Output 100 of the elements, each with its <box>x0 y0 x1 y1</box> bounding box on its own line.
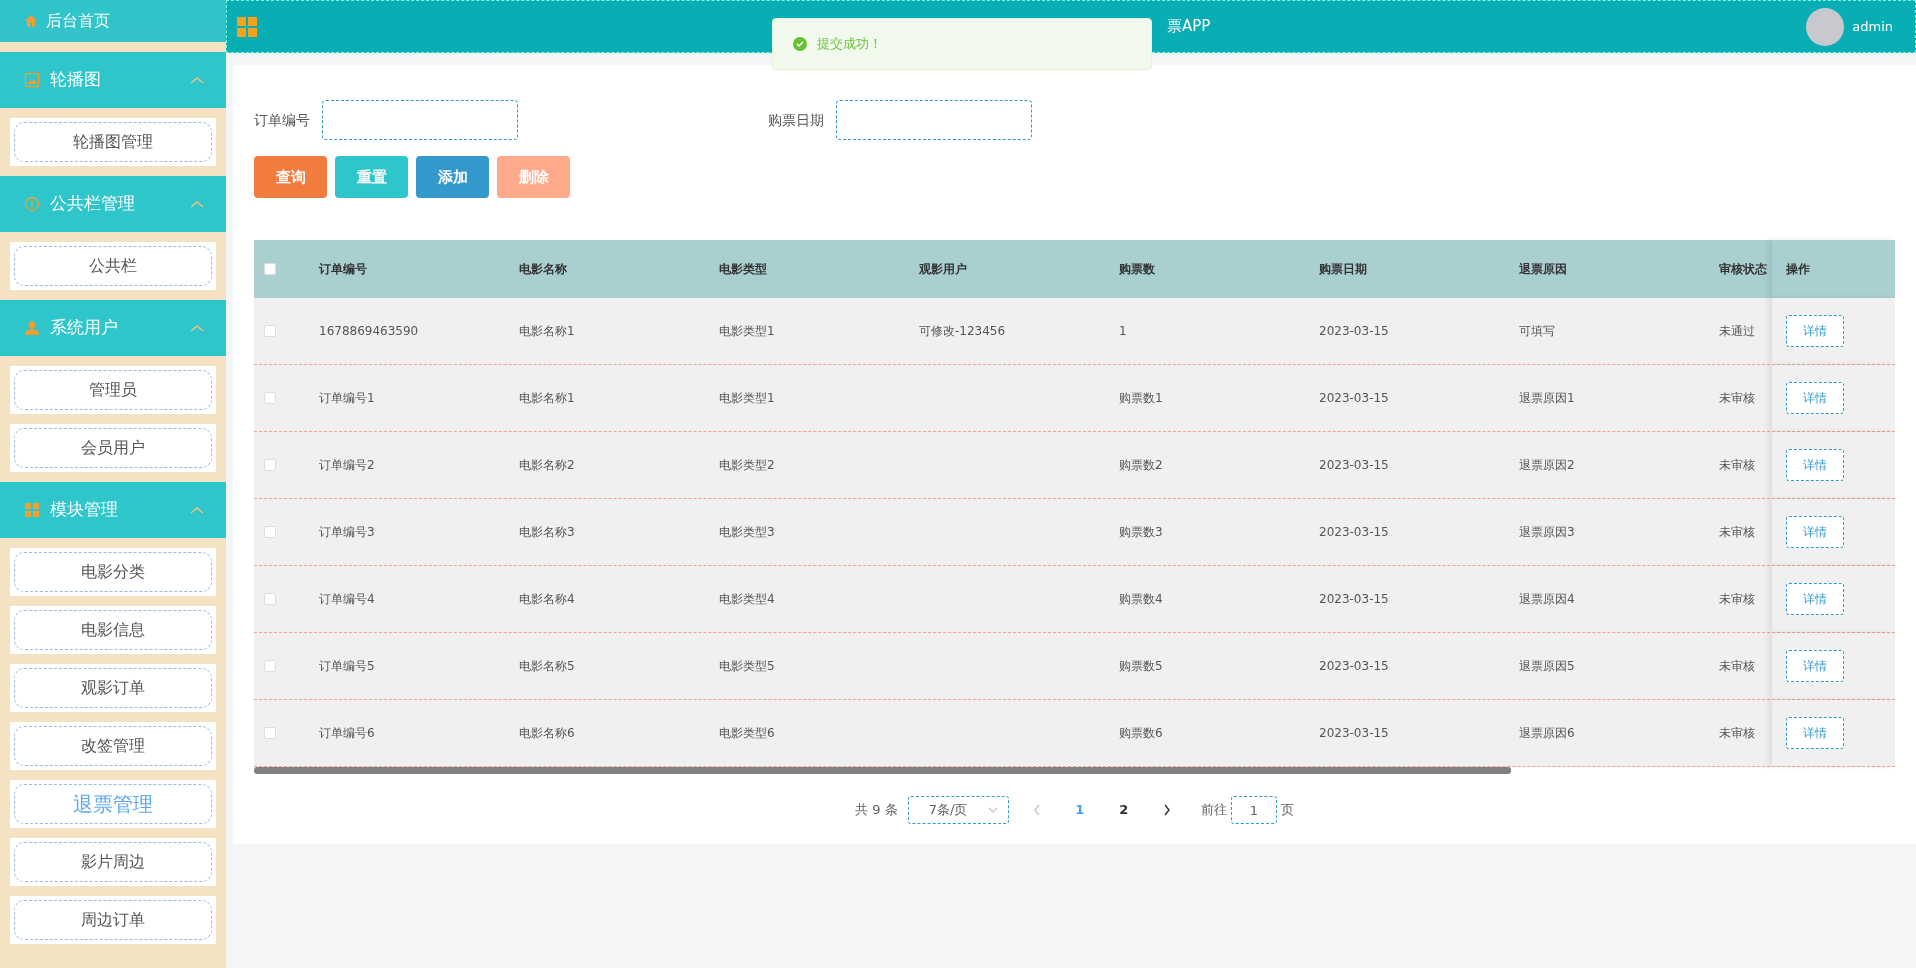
input-field[interactable] <box>322 100 518 140</box>
row-checkbox[interactable] <box>264 459 276 471</box>
details-button[interactable]: 详情 <box>1786 516 1844 548</box>
total-count: 共 9 条 <box>855 801 898 820</box>
row-checkbox[interactable] <box>264 392 276 404</box>
image-icon <box>24 72 40 88</box>
menu-item[interactable]: 观影订单 <box>14 668 212 708</box>
grid-icon <box>24 502 40 518</box>
table-cell: 1 <box>1119 324 1127 338</box>
table-cell: 电影类型1 <box>719 324 775 338</box>
field-label: 订单编号 <box>254 110 310 130</box>
previous-page-icon[interactable] <box>1032 804 1041 816</box>
table-cell: 电影名称1 <box>519 324 575 338</box>
table-cell: 订单编号1 <box>319 391 375 405</box>
table-cell: 未通过 <box>1719 324 1755 338</box>
page-button[interactable]: 1 <box>1062 799 1097 821</box>
field-label: 购票日期 <box>768 110 824 130</box>
table-cell: 未审核 <box>1719 525 1755 539</box>
row-checkbox[interactable] <box>264 660 276 672</box>
table-cell: 电影名称1 <box>519 391 575 405</box>
select-all-checkbox[interactable] <box>264 263 276 275</box>
table-cell: 退票原因2 <box>1519 458 1575 472</box>
column-header: 订单编号 <box>319 262 367 276</box>
home-menu-item[interactable]: 后台首页 <box>0 0 226 42</box>
chevron-down-icon <box>987 807 998 813</box>
details-button[interactable]: 详情 <box>1786 717 1844 749</box>
next-page-icon[interactable] <box>1162 804 1171 816</box>
menu-item[interactable]: 公共栏 <box>14 246 212 286</box>
table-cell: 电影名称4 <box>519 592 575 606</box>
menu-item[interactable]: 退票管理 <box>14 784 212 824</box>
input-field[interactable] <box>836 100 1032 140</box>
table-cell: 订单编号4 <box>319 592 375 606</box>
table-cell: 未审核 <box>1719 726 1755 740</box>
column-header: 购票日期 <box>1319 262 1367 276</box>
menu-item[interactable]: 管理员 <box>14 370 212 410</box>
menu-group-header[interactable]: 模块管理 <box>0 482 226 538</box>
avatar[interactable] <box>1806 7 1845 46</box>
table-cell: 退票原因3 <box>1519 525 1575 539</box>
toast-message: 提交成功！ <box>817 35 882 54</box>
table-cell: 未审核 <box>1719 391 1755 405</box>
row-checkbox[interactable] <box>264 526 276 538</box>
reset-button[interactable]: 重置 <box>335 156 408 198</box>
page-size-select[interactable]: 7条/页 <box>907 796 1009 824</box>
table-cell: 2023-03-15 <box>1319 726 1389 740</box>
table-cell: 可修改-123456 <box>919 324 1006 338</box>
chevron-up-icon <box>190 199 204 209</box>
row-checkbox[interactable] <box>264 727 276 739</box>
table-cell: 订单编号3 <box>319 525 375 539</box>
table-cell: 2023-03-15 <box>1319 659 1389 673</box>
table-cell: 电影名称6 <box>519 726 575 740</box>
column-header: 退票原因 <box>1519 262 1567 276</box>
menu-item[interactable]: 电影分类 <box>14 552 212 592</box>
info-icon <box>24 196 40 212</box>
table-cell: 未审核 <box>1719 659 1755 673</box>
details-button[interactable]: 详情 <box>1786 382 1844 414</box>
scrollbar-thumb[interactable] <box>254 767 1511 774</box>
table-cell: 2023-03-15 <box>1319 525 1389 539</box>
table-cell: 电影类型4 <box>719 592 775 606</box>
table-cell: 2023-03-15 <box>1319 592 1389 606</box>
menu-item[interactable]: 轮播图管理 <box>14 122 212 162</box>
menu-group-header[interactable]: 轮播图 <box>0 52 226 108</box>
details-button[interactable]: 详情 <box>1786 449 1844 481</box>
table-cell: 退票原因5 <box>1519 659 1575 673</box>
menu-item[interactable]: 周边订单 <box>14 900 212 940</box>
menu-item[interactable]: 改签管理 <box>14 726 212 766</box>
add-button[interactable]: 添加 <box>416 156 489 198</box>
column-header: 审核状态 <box>1719 262 1767 276</box>
user-name[interactable]: admin <box>1852 16 1893 37</box>
row-checkbox[interactable] <box>264 325 276 337</box>
page-input[interactable]: 1 <box>1230 796 1277 824</box>
column-header: 操作 <box>1786 261 1810 278</box>
table-cell: 购票数2 <box>1119 458 1163 472</box>
table-cell: 购票数1 <box>1119 391 1163 405</box>
table-cell: 退票原因4 <box>1519 592 1575 606</box>
details-button[interactable]: 详情 <box>1786 583 1844 615</box>
table-cell: 未审核 <box>1719 458 1755 472</box>
row-checkbox[interactable] <box>264 593 276 605</box>
menu-item[interactable]: 影片周边 <box>14 842 212 882</box>
column-header: 观影用户 <box>919 262 967 276</box>
table-cell: 2023-03-15 <box>1319 391 1389 405</box>
menu-group-header[interactable]: 公共栏管理 <box>0 176 226 232</box>
check-icon <box>793 37 807 51</box>
search-button[interactable]: 查询 <box>254 156 327 198</box>
home-icon <box>24 14 38 28</box>
menu-group-header[interactable]: 系统用户 <box>0 300 226 356</box>
details-button[interactable]: 详情 <box>1786 315 1844 347</box>
table-cell: 购票数6 <box>1119 726 1163 740</box>
chevron-up-icon <box>190 505 204 515</box>
table-cell: 电影名称2 <box>519 458 575 472</box>
table-cell: 电影类型2 <box>719 458 775 472</box>
table-cell: 电影类型5 <box>719 659 775 673</box>
details-button[interactable]: 详情 <box>1786 650 1844 682</box>
column-header: 电影类型 <box>719 262 767 276</box>
table-cell: 1678869463590 <box>319 324 419 338</box>
table-cell: 未审核 <box>1719 592 1755 606</box>
page-button[interactable]: 2 <box>1106 799 1141 821</box>
menu-item[interactable]: 会员用户 <box>14 428 212 468</box>
column-header: 购票数 <box>1119 262 1155 276</box>
menu-item[interactable]: 电影信息 <box>14 610 212 650</box>
menu-icon[interactable] <box>237 16 257 37</box>
